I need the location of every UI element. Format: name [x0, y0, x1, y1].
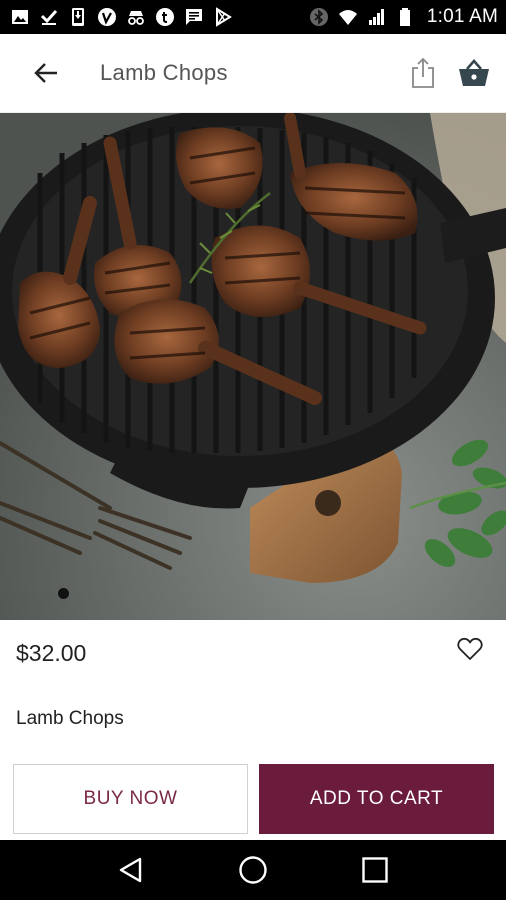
nav-home-button[interactable] — [231, 848, 275, 892]
bluetooth-icon — [309, 7, 329, 27]
notification-icons — [10, 7, 233, 27]
system-navigation-bar — [0, 840, 506, 900]
tumblr-icon — [155, 7, 175, 27]
signal-icon — [367, 7, 387, 27]
play-store-icon — [213, 7, 233, 27]
nav-recents-button[interactable] — [353, 848, 397, 892]
cart-button[interactable] — [456, 56, 492, 90]
incognito-icon — [126, 7, 146, 27]
arrow-back-icon — [34, 63, 57, 83]
gallery-icon — [10, 7, 30, 27]
triangle-back-icon — [119, 857, 142, 883]
circle-home-icon — [239, 856, 267, 884]
app-bar: Lamb Chops — [0, 34, 506, 113]
download-done-icon — [39, 7, 59, 27]
product-price: $32.00 — [16, 640, 87, 666]
add-to-cart-button[interactable]: ADD TO CART — [259, 764, 494, 834]
product-name: Lamb Chops — [16, 708, 124, 729]
share-button[interactable] — [408, 56, 438, 90]
page-title: Lamb Chops — [100, 60, 228, 85]
status-bar: 1:01 AM — [0, 0, 506, 34]
status-time: 1:01 AM — [426, 6, 498, 27]
basket-icon — [459, 59, 489, 86]
buy-now-button[interactable]: BUY NOW — [13, 764, 248, 834]
system-icons: 1:01 AM — [309, 6, 498, 28]
square-recents-icon — [362, 857, 388, 883]
back-button[interactable] — [24, 51, 68, 95]
lamb-chops-photo — [0, 113, 506, 620]
carousel-page-indicator[interactable] — [58, 588, 69, 599]
heart-outline-icon — [457, 637, 483, 660]
vine-icon — [97, 7, 117, 27]
wifi-icon — [338, 7, 358, 27]
share-icon — [412, 57, 434, 88]
product-image-carousel[interactable] — [0, 113, 506, 620]
phone-download-icon — [68, 7, 88, 27]
nav-back-button[interactable] — [109, 848, 153, 892]
favorite-button[interactable] — [455, 634, 485, 664]
battery-icon — [396, 7, 416, 27]
message-icon — [184, 7, 204, 27]
